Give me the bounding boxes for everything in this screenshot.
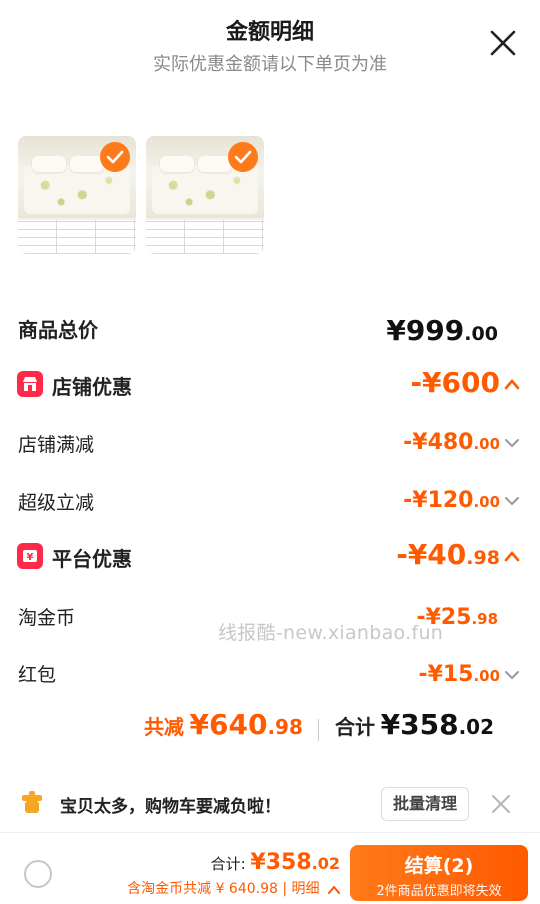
watermark: 线报酷-new.xianbao.fun xyxy=(218,622,444,644)
chevron-up-icon xyxy=(504,379,520,390)
notice-text: 宝贝太多，购物车要减负啦！ xyxy=(60,797,281,817)
checked-icon xyxy=(100,142,130,172)
size-table-image xyxy=(18,220,136,254)
store-discount-amount[interactable]: -¥600 xyxy=(410,366,520,399)
items-total-label: 商品总价 xyxy=(18,318,98,342)
svg-text:¥: ¥ xyxy=(27,552,34,563)
close-icon[interactable] xyxy=(488,28,518,58)
close-icon[interactable] xyxy=(489,792,513,820)
chevron-up-icon xyxy=(504,551,520,562)
chevron-up-icon xyxy=(328,884,340,894)
discount-row-label: 淘金币 xyxy=(18,607,76,629)
platform-discount-amount[interactable]: -¥40.98 xyxy=(396,538,520,571)
select-all-checkbox[interactable] xyxy=(24,860,52,888)
discount-summary: 共减 ¥640.98 合计 ¥358.02 xyxy=(143,708,494,741)
page-subtitle: 实际优惠金额请以下单页为准 xyxy=(153,54,387,75)
items-total-amount: ¥999.00 xyxy=(386,314,498,347)
size-table-image xyxy=(146,220,264,254)
checkout-sublabel: 2件商品优惠即将失效 xyxy=(376,884,502,899)
checkout-button[interactable]: 结算(2) 2件商品优惠即将失效 xyxy=(350,845,528,901)
product-thumbnail[interactable] xyxy=(18,136,136,254)
chevron-down-icon xyxy=(505,497,519,506)
discount-row-amount[interactable]: -¥480.00 xyxy=(403,430,520,455)
batch-clear-button[interactable]: 批量清理 xyxy=(381,787,469,821)
product-thumbnail[interactable] xyxy=(146,136,264,254)
checkout-label: 结算(2) xyxy=(404,855,474,877)
platform-coupon-icon: ¥ xyxy=(17,543,43,569)
checked-icon xyxy=(228,142,258,172)
page-title: 金额明细 xyxy=(225,20,314,45)
store-discount-label: 店铺优惠 xyxy=(52,375,132,399)
platform-discount-label: 平台优惠 xyxy=(52,547,132,571)
discount-row-amount[interactable]: -¥15.00 xyxy=(418,662,520,687)
discount-row-label: 红包 xyxy=(18,664,57,686)
chevron-down-icon xyxy=(505,671,519,680)
mascot-icon xyxy=(18,789,46,821)
discount-row-amount[interactable]: -¥120.00 xyxy=(403,488,520,513)
discount-row-label: 店铺满减 xyxy=(18,434,95,456)
cart-total: 合计: ¥358.02 xyxy=(210,850,340,875)
store-icon xyxy=(17,371,43,397)
chevron-down-icon xyxy=(505,439,519,448)
discount-row-label: 超级立减 xyxy=(18,492,95,514)
discount-detail-link[interactable]: 含淘金币共减 ¥ 640.98 | 明细 xyxy=(127,878,340,898)
